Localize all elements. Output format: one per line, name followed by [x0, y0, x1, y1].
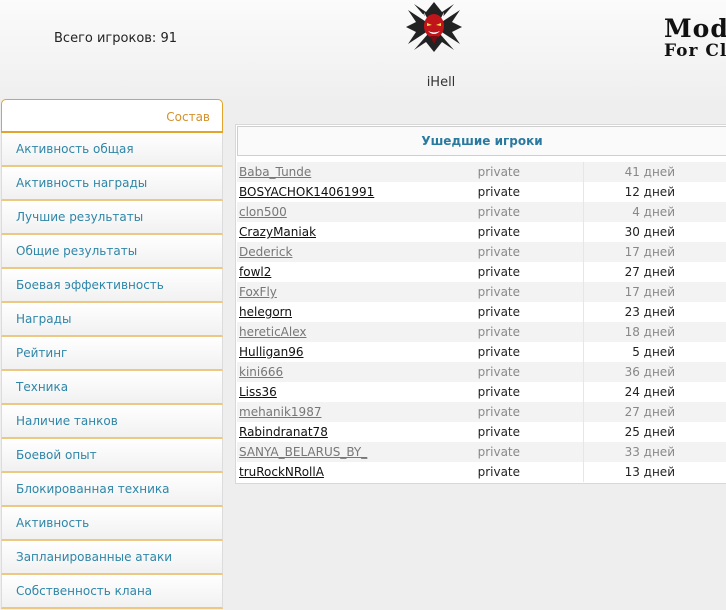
table-row: Rabindranat78 private 25 дней	[237, 422, 726, 442]
player-type: private	[477, 165, 521, 179]
player-link[interactable]: BOSYACHOK14061991	[239, 185, 374, 199]
table-row: CrazyManiak private 30 дней	[237, 222, 726, 242]
table-row: Baba_Tunde private 41 дней	[237, 162, 726, 182]
player-type: private	[477, 265, 521, 279]
days-since-left: 13 дней	[582, 462, 726, 482]
table-row: clon500 private 4 дней	[237, 202, 726, 222]
player-link[interactable]: fowl2	[239, 265, 271, 279]
player-type: private	[477, 225, 521, 239]
player-type: private	[477, 405, 521, 419]
table-row: fowl2 private 27 дней	[237, 262, 726, 282]
days-since-left: 5 дней	[582, 342, 726, 362]
table-row: Dederick private 17 дней	[237, 242, 726, 262]
player-type: private	[477, 365, 521, 379]
sidebar-item-activity-general[interactable]: Активность общая	[1, 133, 223, 167]
days-since-left: 27 дней	[582, 402, 726, 422]
sidebar-item-clan-property[interactable]: Собственность клана	[1, 575, 223, 609]
player-link[interactable]: CrazyManiak	[239, 225, 316, 239]
days-since-left: 17 дней	[582, 282, 726, 302]
table-row: kini666 private 36 дней	[237, 362, 726, 382]
brand-logo-line2: For Cla	[664, 41, 726, 61]
player-link[interactable]: kini666	[239, 365, 283, 379]
devil-emblem-icon	[406, 2, 462, 52]
table-row: hereticAlex private 18 дней	[237, 322, 726, 342]
table-row: SANYA_BELARUS_BY_ private 33 дней	[237, 442, 726, 462]
departed-players-table: Baba_Tunde private 41 дней BOSYACHOK1406…	[237, 162, 726, 482]
sidebar-item-blocked-vehicles[interactable]: Блокированная техника	[1, 473, 223, 507]
brand-logo: Modu For Cla	[664, 14, 726, 64]
player-link[interactable]: SANYA_BELARUS_BY_	[239, 445, 367, 459]
sidebar-item-best-results[interactable]: Лучшие результаты	[1, 201, 223, 235]
player-link[interactable]: Dederick	[239, 245, 292, 259]
player-type: private	[477, 305, 521, 319]
player-link[interactable]: helegorn	[239, 305, 292, 319]
days-since-left: 36 дней	[582, 362, 726, 382]
player-type: private	[477, 465, 521, 479]
days-since-left: 33 дней	[582, 442, 726, 462]
player-link[interactable]: mehanik1987	[239, 405, 321, 419]
days-since-left: 23 дней	[582, 302, 726, 322]
sidebar-item-awards[interactable]: Награды	[1, 303, 223, 337]
days-since-left: 4 дней	[582, 202, 726, 222]
player-type: private	[477, 425, 521, 439]
table-row: Hulligan96 private 5 дней	[237, 342, 726, 362]
sidebar-item-overall-results[interactable]: Общие результаты	[1, 235, 223, 269]
days-since-left: 12 дней	[582, 182, 726, 202]
table-row: mehanik1987 private 27 дней	[237, 402, 726, 422]
player-type: private	[477, 185, 521, 199]
page-header: Всего игроков: 91 iHell Modu For Cla	[0, 0, 726, 100]
days-since-left: 30 дней	[582, 222, 726, 242]
player-link[interactable]: Hulligan96	[239, 345, 303, 359]
player-count: Всего игроков: 91	[54, 31, 177, 46]
brand-logo-line1: Modu	[664, 14, 726, 43]
clan-name: iHell	[426, 75, 456, 90]
player-type: private	[477, 385, 521, 399]
days-since-left: 17 дней	[582, 242, 726, 262]
player-link[interactable]: truRockNRollA	[239, 465, 324, 479]
sidebar-item-vehicles[interactable]: Техника	[1, 371, 223, 405]
player-type: private	[477, 345, 521, 359]
sidebar-item-activity[interactable]: Активность	[1, 507, 223, 541]
sidebar-item-planned-attacks[interactable]: Запланированные атаки	[1, 541, 223, 575]
table-row: Liss36 private 24 дней	[237, 382, 726, 402]
sidebar-item-activity-awards[interactable]: Активность награды	[1, 167, 223, 201]
departed-players-panel: Ушедшие игроки Baba_Tunde private 41 дне…	[235, 124, 726, 484]
days-since-left: 18 дней	[582, 322, 726, 342]
player-type: private	[477, 285, 521, 299]
sidebar-item-rating[interactable]: Рейтинг	[1, 337, 223, 371]
player-link[interactable]: Liss36	[239, 385, 277, 399]
days-since-left: 24 дней	[582, 382, 726, 402]
table-row: truRockNRollA private 13 дней	[237, 462, 726, 482]
main-content: Ушедшие игроки Baba_Tunde private 41 дне…	[235, 124, 726, 484]
sidebar-nav: Состав Активность общая Активность награ…	[1, 99, 223, 609]
table-row: FoxFly private 17 дней	[237, 282, 726, 302]
sidebar-item-tank-availability[interactable]: Наличие танков	[1, 405, 223, 439]
player-link[interactable]: FoxFly	[239, 285, 277, 299]
sidebar-item-battle-experience[interactable]: Боевой опыт	[1, 439, 223, 473]
table-row: BOSYACHOK14061991 private 12 дней	[237, 182, 726, 202]
sidebar-item-sostav[interactable]: Состав	[1, 99, 223, 133]
table-row: helegorn private 23 дней	[237, 302, 726, 322]
player-link[interactable]: clon500	[239, 205, 287, 219]
sidebar-item-combat-efficiency[interactable]: Боевая эффективность	[1, 269, 223, 303]
player-type: private	[477, 245, 521, 259]
panel-title: Ушедшие игроки	[237, 126, 726, 156]
days-since-left: 25 дней	[582, 422, 726, 442]
player-type: private	[477, 205, 521, 219]
table-body: Baba_Tunde private 41 дней BOSYACHOK1406…	[237, 162, 726, 482]
days-since-left: 27 дней	[582, 262, 726, 282]
player-link[interactable]: Rabindranat78	[239, 425, 328, 439]
player-type: private	[477, 445, 521, 459]
player-type: private	[477, 325, 521, 339]
days-since-left: 41 дней	[582, 162, 726, 182]
player-link[interactable]: Baba_Tunde	[239, 165, 311, 179]
player-link[interactable]: hereticAlex	[239, 325, 307, 339]
